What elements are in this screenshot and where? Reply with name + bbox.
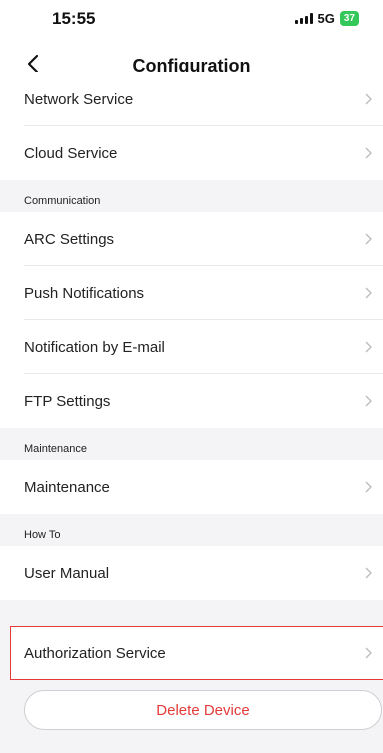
list-item-label: ARC Settings: [24, 230, 115, 248]
settings-list: Network Service Cloud Service Communicat…: [0, 72, 383, 680]
configuration-screen: 15:55 5G 37 Configuration Network Servic…: [0, 0, 383, 753]
battery-icon: 37: [339, 11, 359, 26]
chevron-right-icon: [365, 287, 372, 299]
section-header-how-to: How To: [0, 514, 383, 546]
list-item-arc-settings[interactable]: ARC Settings: [0, 212, 383, 266]
list-item-label: FTP Settings: [24, 392, 111, 410]
list-item-label: Notification by E-mail: [24, 338, 165, 356]
list-item-ftp-settings[interactable]: FTP Settings: [0, 374, 383, 428]
list-item-label: Cloud Service: [24, 144, 118, 162]
list-item-label: Push Notifications: [24, 284, 145, 302]
list-item-user-manual[interactable]: User Manual: [0, 546, 383, 600]
list-item-push-notifications[interactable]: Push Notifications: [0, 266, 383, 320]
chevron-right-icon: [365, 147, 372, 159]
list-item-label: Authorization Service: [24, 644, 166, 662]
list-item-maintenance[interactable]: Maintenance: [0, 460, 383, 514]
list-item-network-service[interactable]: Network Service: [0, 72, 383, 126]
chevron-right-icon: [365, 341, 372, 353]
chevron-right-icon: [365, 395, 372, 407]
list-item-notification-by-email[interactable]: Notification by E-mail: [0, 320, 383, 374]
chevron-right-icon: [365, 481, 372, 493]
signal-icon: [294, 13, 313, 24]
list-item-label: User Manual: [24, 564, 110, 582]
list-item-label: Maintenance: [24, 478, 110, 496]
network-type: 5G: [317, 11, 335, 26]
chevron-right-icon: [365, 647, 372, 659]
delete-device-button[interactable]: Delete Device: [24, 690, 382, 730]
section-header-communication: Communication: [0, 180, 383, 212]
list-item-authorization-service[interactable]: Authorization Service: [10, 626, 383, 680]
section-spacer: [0, 600, 383, 626]
list-item-label: Network Service: [24, 90, 134, 108]
chevron-right-icon: [365, 233, 372, 245]
status-indicators: 5G 37: [294, 11, 359, 26]
list-item-cloud-service[interactable]: Cloud Service: [0, 126, 383, 180]
status-bar: 15:55 5G 37: [0, 0, 383, 44]
delete-area: Delete Device: [0, 686, 383, 753]
chevron-right-icon: [365, 567, 372, 579]
section-header-maintenance: Maintenance: [0, 428, 383, 460]
chevron-right-icon: [365, 93, 372, 105]
status-time: 15:55: [52, 9, 96, 28]
